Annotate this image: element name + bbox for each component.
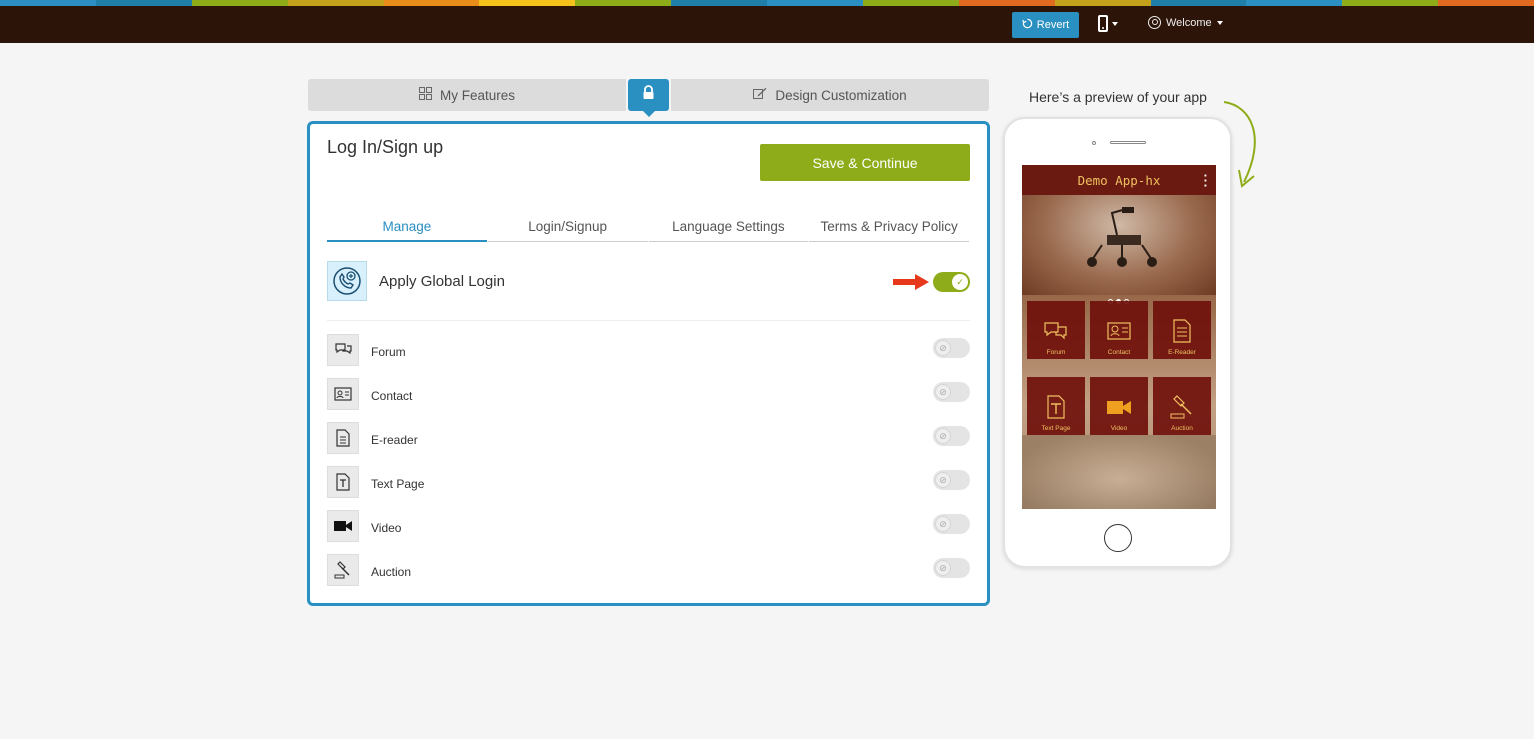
- kebab-menu-icon[interactable]: · · ·: [1204, 169, 1208, 192]
- welcome-label: Welcome: [1166, 16, 1212, 29]
- app-preview-screen: Demo App-hx · · · Forum Contact E-Reader T…: [1022, 165, 1216, 509]
- panel-title: Log In/Sign up: [327, 137, 444, 157]
- app-background-image: [1022, 435, 1216, 509]
- gavel-icon: [327, 554, 359, 586]
- video-camera-icon: [327, 510, 359, 542]
- login-settings-panel: Log In/Sign up Save & Continue Manage Lo…: [307, 121, 990, 606]
- text-page-toggle[interactable]: ⊘: [933, 470, 970, 490]
- app-tile-video[interactable]: Video: [1090, 377, 1148, 435]
- revert-button[interactable]: Revert: [1012, 12, 1079, 38]
- tile-label: Text Page: [1041, 425, 1071, 432]
- global-login-toggle[interactable]: ✓: [933, 272, 970, 292]
- feature-label: E-reader: [371, 433, 418, 447]
- welcome-menu[interactable]: Welcome: [1148, 16, 1223, 29]
- app-tile-e-reader[interactable]: E-Reader: [1153, 301, 1211, 359]
- disabled-icon: ⊘: [935, 428, 951, 444]
- mobile-phone-icon: [1098, 15, 1108, 32]
- feature-row-auction: Auction ⊘: [327, 554, 970, 588]
- tab-login-lock[interactable]: [628, 79, 669, 117]
- feature-row-video: Video ⊘: [327, 510, 970, 544]
- grid-icon: [418, 87, 432, 103]
- app-tile-forum[interactable]: Forum: [1027, 301, 1085, 359]
- tile-label: Forum: [1046, 349, 1066, 356]
- tab-my-features[interactable]: My Features: [308, 79, 626, 111]
- settings-subtabs: Manage Login/Signup Language Settings Te…: [327, 212, 970, 242]
- gavel-icon: [1170, 395, 1192, 419]
- text-page-icon: [1047, 395, 1065, 419]
- phone-home-button[interactable]: [1104, 524, 1132, 552]
- contact-toggle[interactable]: ⊘: [933, 382, 970, 402]
- top-navigation-bar: Revert Welcome: [0, 6, 1534, 43]
- chat-bubbles-icon: [327, 334, 359, 366]
- app-tile-text-page[interactable]: Text Page: [1027, 377, 1085, 435]
- app-tile-auction[interactable]: Auction: [1153, 377, 1211, 435]
- contact-card-icon: [327, 378, 359, 410]
- feature-row-forum: Forum ⊘: [327, 334, 970, 368]
- text-page-icon: [327, 466, 359, 498]
- feature-label: Auction: [371, 565, 412, 579]
- feature-row-e-reader: E-reader ⊘: [327, 422, 970, 456]
- video-toggle[interactable]: ⊘: [933, 514, 970, 534]
- divider: [327, 320, 970, 321]
- chevron-down-icon: [1216, 20, 1223, 25]
- feature-label: Video: [371, 521, 402, 535]
- lock-icon: [642, 85, 655, 105]
- contact-card-icon: [1107, 322, 1131, 340]
- subtab-manage[interactable]: Manage: [327, 212, 487, 242]
- tab-label: Design Customization: [775, 87, 907, 103]
- subtab-language-settings[interactable]: Language Settings: [648, 212, 809, 242]
- auction-toggle[interactable]: ⊘: [933, 558, 970, 578]
- tile-label: Video: [1110, 425, 1128, 432]
- forum-toggle[interactable]: ⊘: [933, 338, 970, 358]
- e-reader-toggle[interactable]: ⊘: [933, 426, 970, 446]
- document-icon: [327, 422, 359, 454]
- preview-title: Here’s a preview of your app: [1029, 89, 1207, 105]
- global-login-row: Apply Global Login ✓: [327, 259, 970, 309]
- feature-row-contact: Contact ⊘: [327, 378, 970, 412]
- subtab-login-signup[interactable]: Login/Signup: [487, 212, 648, 242]
- device-selector[interactable]: [1098, 15, 1118, 32]
- document-icon: [1173, 319, 1191, 343]
- app-tile-contact[interactable]: Contact: [1090, 301, 1148, 359]
- tile-label: E-Reader: [1168, 349, 1196, 356]
- disabled-icon: ⊘: [935, 384, 951, 400]
- subtab-terms-privacy[interactable]: Terms & Privacy Policy: [809, 212, 969, 242]
- edit-icon: [753, 87, 767, 103]
- app-header: Demo App-hx: [1022, 165, 1216, 195]
- revert-label: Revert: [1036, 19, 1070, 31]
- save-continue-button[interactable]: Save & Continue: [760, 144, 970, 181]
- feature-label: Forum: [371, 345, 406, 359]
- tab-label: My Features: [439, 87, 516, 103]
- global-login-icon: [327, 261, 367, 301]
- feature-label: Text Page: [371, 477, 425, 491]
- phone-camera: [1092, 141, 1096, 145]
- rover-image: [1087, 207, 1157, 267]
- tile-label: Contact: [1107, 349, 1131, 356]
- revert-icon: [1021, 18, 1033, 32]
- disabled-icon: ⊘: [935, 516, 951, 532]
- tile-label: Auction: [1171, 425, 1193, 432]
- chat-bubbles-icon: [1044, 322, 1067, 340]
- disabled-icon: ⊘: [935, 560, 951, 576]
- check-icon: ✓: [952, 274, 968, 290]
- pointer-arrow-icon: [893, 274, 929, 290]
- disabled-icon: ⊘: [935, 472, 951, 488]
- app-banner-image: [1022, 195, 1216, 304]
- main-tabs: My Features Design Customization: [308, 79, 989, 117]
- phone-speaker: [1110, 141, 1146, 144]
- chevron-down-icon: [1112, 21, 1118, 26]
- disabled-icon: ⊘: [935, 340, 951, 356]
- video-camera-icon: [1107, 401, 1131, 414]
- feature-label: Contact: [371, 389, 413, 403]
- feature-row-text-page: Text Page ⊘: [327, 466, 970, 500]
- global-login-label: Apply Global Login: [379, 273, 505, 290]
- tab-design-customization[interactable]: Design Customization: [671, 79, 989, 111]
- app-title: Demo App-hx: [1077, 172, 1161, 188]
- phone-preview: Demo App-hx · · · Forum Contact E-Reader T…: [1003, 117, 1232, 568]
- user-icon: [1148, 16, 1161, 29]
